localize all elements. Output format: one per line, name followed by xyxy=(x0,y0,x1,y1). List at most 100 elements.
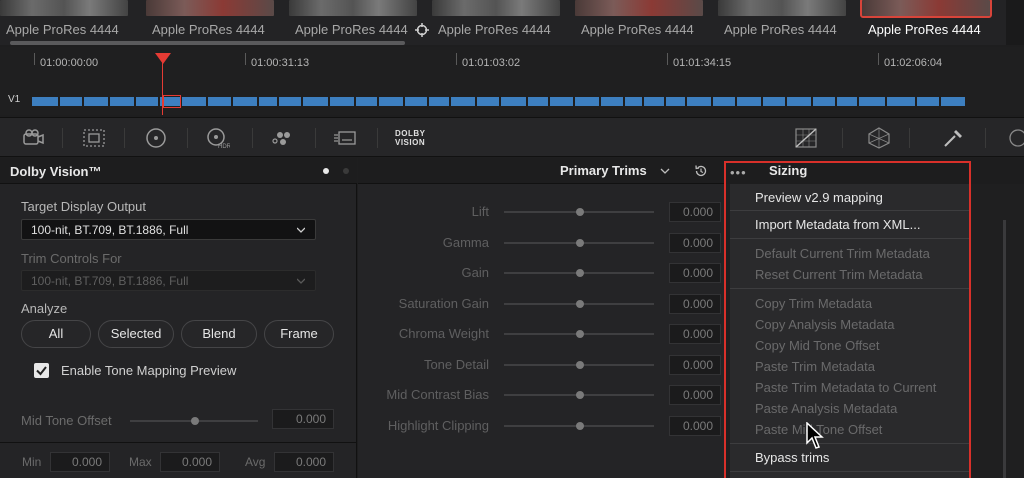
clip-thumbnail-7-selected[interactable]: Apple ProRes 4444 xyxy=(860,0,995,45)
menu-item-import-metadata-from-xml[interactable]: Import Metadata from XML... xyxy=(755,217,920,232)
clip-thumbnail-2[interactable]: Apple ProRes 4444 xyxy=(146,0,279,45)
track-clip-segment[interactable] xyxy=(451,97,475,106)
menu-item-copy-analysis-metadata[interactable]: Copy Analysis Metadata xyxy=(755,317,894,332)
menu-item-default-current-trim-metadata[interactable]: Default Current Trim Metadata xyxy=(755,246,930,261)
track-clip-segment[interactable] xyxy=(601,97,623,106)
track-clip-segment[interactable] xyxy=(787,97,811,106)
track-clip-segment[interactable] xyxy=(528,97,548,106)
track-clip-segment[interactable] xyxy=(233,97,257,106)
track-clip-segment[interactable] xyxy=(356,97,377,106)
reset-history-icon[interactable] xyxy=(693,163,709,179)
track-clip-segment[interactable] xyxy=(575,97,599,106)
trim-slider-knob[interactable] xyxy=(576,269,584,277)
track-clip-segment[interactable] xyxy=(859,97,885,106)
trim-value-field[interactable]: 0.000 xyxy=(669,354,721,375)
sizing-scrollbar[interactable] xyxy=(1003,220,1006,478)
track-clip-segment[interactable] xyxy=(625,97,642,106)
chevron-down-icon[interactable] xyxy=(660,166,670,176)
color-match-icon[interactable] xyxy=(81,126,107,150)
track-clip-segment[interactable] xyxy=(60,97,82,106)
camera-raw-icon[interactable] xyxy=(20,126,46,150)
trim-value-field[interactable]: 0.000 xyxy=(669,385,721,405)
target-display-dropdown[interactable]: 100-nit, BT.709, BT.1886, Full xyxy=(21,219,316,240)
track-clip-segment[interactable] xyxy=(644,97,664,106)
track-clip-segment[interactable] xyxy=(887,97,915,106)
analyze-all-button[interactable]: All xyxy=(21,320,91,348)
trim-slider-knob[interactable] xyxy=(576,238,584,247)
track-clip-segment[interactable] xyxy=(763,97,785,106)
mid-tone-offset-value[interactable]: 0.000 xyxy=(272,409,334,429)
mini-timeline[interactable]: 01:00:00:00 01:00:31:13 01:01:03:02 01:0… xyxy=(0,47,1024,115)
trim-value-field[interactable]: 0.000 xyxy=(669,324,721,344)
menu-item-paste-analysis-metadata[interactable]: Paste Analysis Metadata xyxy=(755,401,897,416)
clip-strip-scrollbar[interactable] xyxy=(10,41,405,45)
trim-value-field[interactable]: 0.000 xyxy=(669,415,721,436)
curves-icon[interactable] xyxy=(793,126,819,150)
track-clip-segment[interactable] xyxy=(379,97,403,106)
mid-tone-offset-knob[interactable] xyxy=(191,417,199,425)
clip-thumbnail-1[interactable]: Apple ProRes 4444 xyxy=(0,0,133,45)
menu-item-copy-mid-tone-offset[interactable]: Copy Mid Tone Offset xyxy=(755,338,880,353)
trim-slider-knob[interactable] xyxy=(576,421,584,430)
tone-mapping-checkbox[interactable] xyxy=(34,363,49,378)
clip-thumbnail-4[interactable]: Apple ProRes 4444 xyxy=(432,0,565,45)
track-clip-segment[interactable] xyxy=(813,97,835,106)
track-clip-segment[interactable] xyxy=(32,97,58,106)
sync-crosshair-icon[interactable] xyxy=(415,23,429,37)
clip-thumbnail-5[interactable]: Apple ProRes 4444 xyxy=(575,0,708,45)
track-clip-segment[interactable] xyxy=(666,97,685,106)
track-clip-segment[interactable] xyxy=(279,97,301,106)
dolby-vision-tab[interactable]: DOLBY VISION xyxy=(395,129,426,147)
clip-thumbnail-3[interactable]: Apple ProRes 4444 xyxy=(289,0,422,45)
track-clip-segment[interactable] xyxy=(303,97,328,106)
track-clip-segment[interactable] xyxy=(208,97,231,106)
analyze-frame-button[interactable]: Frame xyxy=(264,320,334,348)
menu-item-bypass-trims[interactable]: Bypass trims xyxy=(755,450,829,465)
track-clip-segment[interactable] xyxy=(259,97,277,106)
track-clip-segment[interactable] xyxy=(917,97,939,106)
sizing-title[interactable]: Sizing xyxy=(769,163,807,178)
analyze-blend-button[interactable]: Blend xyxy=(181,320,257,348)
track-clip-segment[interactable] xyxy=(550,97,573,106)
clip-thumbnail-6[interactable]: Apple ProRes 4444 xyxy=(718,0,851,45)
menu-item-preview-v2-9-mapping[interactable]: Preview v2.9 mapping xyxy=(755,190,883,205)
menu-item-paste-trim-metadata-to-current[interactable]: Paste Trim Metadata to Current xyxy=(755,380,936,395)
rgb-mixer-icon[interactable] xyxy=(270,126,296,150)
page-indicator[interactable] xyxy=(343,168,349,174)
trim-slider-knob[interactable] xyxy=(576,299,584,308)
trim-value-field[interactable]: 0.000 xyxy=(669,202,721,222)
playhead-handle[interactable] xyxy=(155,53,171,64)
window-icon[interactable] xyxy=(1004,126,1024,150)
trim-value-field[interactable]: 0.000 xyxy=(669,232,721,253)
trim-slider-knob[interactable] xyxy=(576,360,584,369)
color-wheels-icon[interactable] xyxy=(143,126,169,150)
page-indicator-active[interactable] xyxy=(323,168,329,174)
track-clip-segment[interactable] xyxy=(136,97,158,106)
track-clip-segment[interactable] xyxy=(110,97,134,106)
trim-value-field[interactable]: 0.000 xyxy=(669,263,721,283)
track-clip-segment[interactable] xyxy=(941,97,965,106)
trim-slider-knob[interactable] xyxy=(576,391,584,399)
trim-value-field[interactable]: 0.000 xyxy=(669,293,721,314)
track-clip-segment[interactable] xyxy=(713,97,735,106)
track-clip-segment[interactable] xyxy=(405,97,427,106)
track-clip-segment[interactable] xyxy=(182,97,206,106)
motion-effects-icon[interactable] xyxy=(333,126,359,150)
track-clip-segment[interactable] xyxy=(477,97,499,106)
trim-controls-dropdown[interactable]: 100-nit, BT.709, BT.1886, Full xyxy=(21,270,316,291)
options-menu-icon[interactable]: ••• xyxy=(730,165,747,180)
track-clip-segment[interactable] xyxy=(501,97,526,106)
track-clip-segment[interactable] xyxy=(687,97,711,106)
track-clip-segment[interactable] xyxy=(330,97,354,106)
trim-slider-knob[interactable] xyxy=(576,330,584,338)
track-clip-segment[interactable] xyxy=(837,97,857,106)
analyze-selected-button[interactable]: Selected xyxy=(98,320,174,348)
menu-item-reset-current-trim-metadata[interactable]: Reset Current Trim Metadata xyxy=(755,267,923,282)
trim-slider-knob[interactable] xyxy=(576,208,584,216)
qualifier-eyedropper-icon[interactable] xyxy=(940,126,966,150)
track-clip-segment[interactable] xyxy=(737,97,761,106)
track-clip-segment[interactable] xyxy=(84,97,108,106)
hdr-wheels-icon[interactable]: HDR xyxy=(204,126,230,150)
color-warper-icon[interactable] xyxy=(866,126,892,150)
primary-trims-title[interactable]: Primary Trims xyxy=(560,163,647,178)
